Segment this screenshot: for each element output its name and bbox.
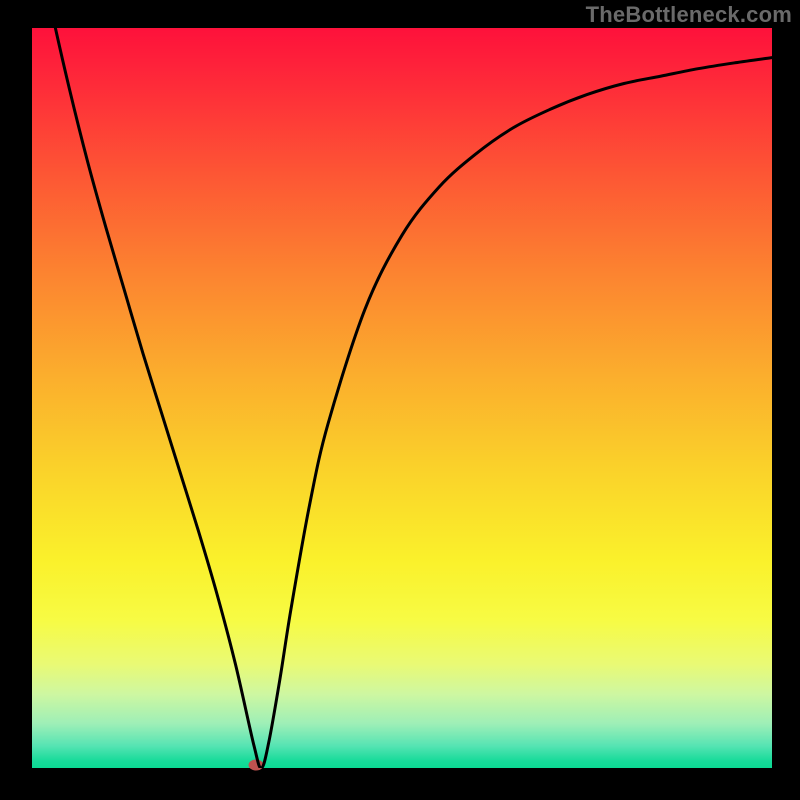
watermark-label: TheBottleneck.com: [586, 2, 792, 28]
chart-marker-point: [249, 760, 264, 771]
chart-background: [32, 28, 772, 768]
page-root: TheBottleneck.com: [0, 0, 800, 800]
